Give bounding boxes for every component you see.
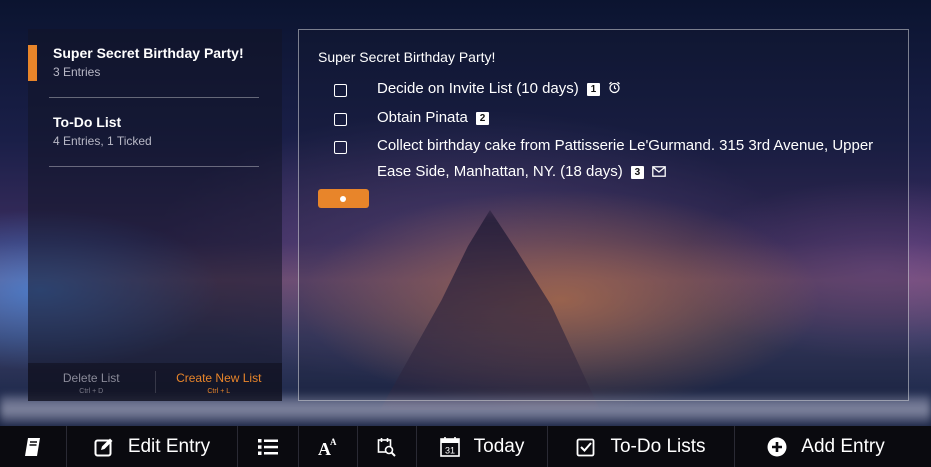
svg-text:A: A <box>330 437 337 447</box>
edit-entry-button[interactable]: Edit Entry <box>67 426 237 467</box>
todo-item-number-badge: 3 <box>630 166 644 179</box>
todo-checkbox[interactable] <box>334 113 347 126</box>
list-detail-title: Super Secret Birthday Party! <box>318 49 496 65</box>
todo-item-entry[interactable]: Collect birthday cake from Pattisserie L… <box>377 133 899 186</box>
delete-list-label: Delete List <box>62 371 120 385</box>
todo-item: Collect birthday cake from Pattisserie L… <box>334 137 899 186</box>
delete-list-button[interactable]: Delete List Ctrl + D <box>28 363 155 401</box>
plus-circle-icon <box>767 437 787 457</box>
todo-checkbox[interactable] <box>334 84 347 97</box>
checkbox-checked-icon <box>576 437 596 457</box>
list-item-title: To-Do List <box>53 114 122 130</box>
todo-item-text: Obtain Pinata <box>377 109 468 126</box>
create-new-list-shortcut: Ctrl + L <box>207 388 231 395</box>
alarm-clock-icon <box>608 77 621 103</box>
create-new-list-button[interactable]: Create New List Ctrl + L <box>156 363 283 401</box>
journal-icon <box>24 437 42 457</box>
calendar-icon: 31 <box>439 436 460 457</box>
font-size-button[interactable]: AA <box>299 426 357 467</box>
list-item-subtitle: 4 Entries, 1 Ticked <box>53 134 152 148</box>
todo-item-entry[interactable]: Decide on Invite List (10 days) 1 <box>377 76 899 103</box>
create-new-list-label: Create New List <box>176 371 262 385</box>
list-item-todo-list[interactable]: To-Do List 4 Entries, 1 Ticked <box>28 98 282 167</box>
envelope-icon <box>652 160 666 186</box>
list-item-birthday-party[interactable]: Super Secret Birthday Party! 3 Entries <box>28 29 282 98</box>
calendar-day-number: 31 <box>445 446 455 456</box>
font-size-icon: AA <box>318 437 338 457</box>
list-sidebar: Super Secret Birthday Party! 3 Entries T… <box>28 29 282 401</box>
todo-checkbox[interactable] <box>334 141 347 154</box>
todo-lists-button[interactable]: To-Do Lists <box>548 426 734 467</box>
todo-items: Decide on Invite List (10 days) 1 Obtain… <box>334 80 899 192</box>
todo-item: Decide on Invite List (10 days) 1 <box>334 80 899 103</box>
list-detail-panel: Super Secret Birthday Party! Decide on I… <box>298 29 909 401</box>
delete-list-shortcut: Ctrl + D <box>79 388 104 395</box>
todo-item-text: Decide on Invite List (10 days) <box>377 80 579 97</box>
list-view-button[interactable] <box>238 426 298 467</box>
todo-lists-label: To-Do Lists <box>610 435 706 457</box>
sidebar-footer: Delete List Ctrl + D Create New List Ctr… <box>28 363 282 401</box>
todo-item-text: Collect birthday cake from Pattisserie L… <box>377 137 874 180</box>
add-item-button[interactable] <box>318 189 369 208</box>
list-item-subtitle: 3 Entries <box>53 65 101 79</box>
todo-item-number-badge: 1 <box>586 83 600 96</box>
pencil-square-icon <box>94 437 114 457</box>
add-entry-label: Add Entry <box>801 435 885 457</box>
add-entry-button[interactable]: Add Entry <box>735 426 917 467</box>
today-button[interactable]: 31 Today <box>417 426 547 467</box>
edit-entry-label: Edit Entry <box>127 435 211 457</box>
todo-item-entry[interactable]: Obtain Pinata 2 <box>377 105 899 131</box>
dot-icon <box>340 196 346 202</box>
calendar-search-icon <box>377 437 397 457</box>
bottom-toolbar: Edit Entry AA 31 Today To-Do Lists Add E… <box>0 426 931 467</box>
list-icon <box>258 438 278 456</box>
today-label: Today <box>473 435 525 457</box>
list-item-title: Super Secret Birthday Party! <box>53 45 244 61</box>
list-divider <box>49 166 259 167</box>
todo-item: Obtain Pinata 2 <box>334 109 899 131</box>
search-calendar-button[interactable] <box>358 426 416 467</box>
todo-item-number-badge: 2 <box>476 112 490 125</box>
journal-button[interactable] <box>0 426 66 467</box>
